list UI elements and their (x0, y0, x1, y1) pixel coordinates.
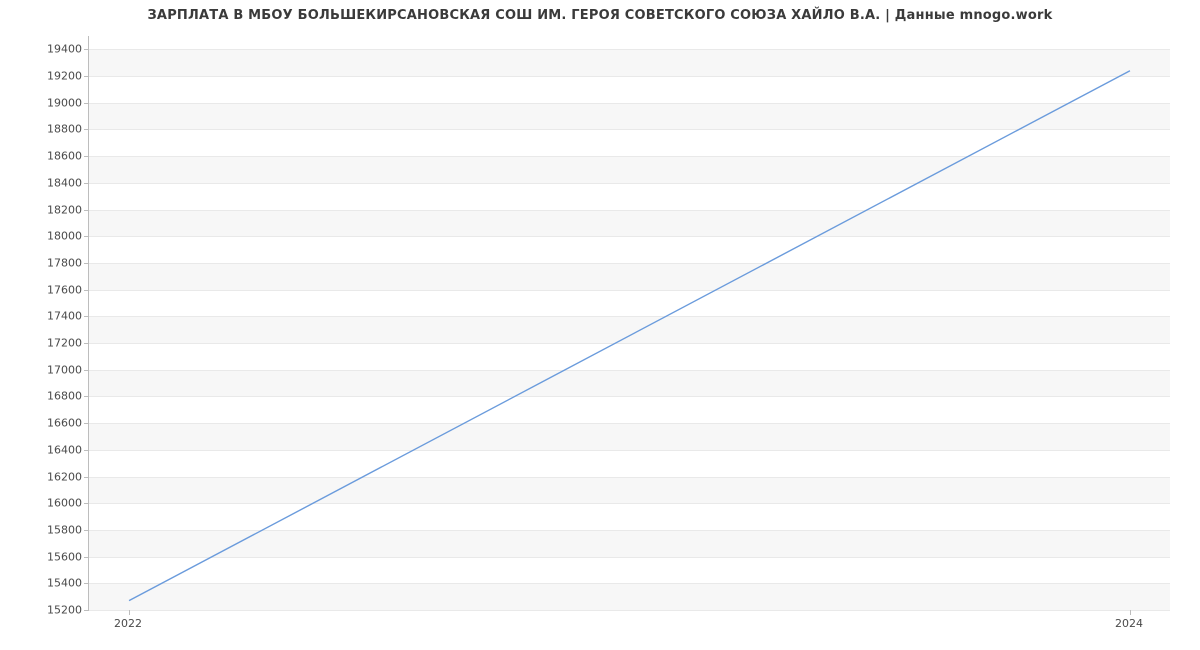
y-tick-label: 19000 (12, 96, 82, 109)
y-tick-label: 18400 (12, 176, 82, 189)
y-tick-mark (84, 610, 89, 611)
plot-area (88, 36, 1170, 611)
y-tick-label: 15200 (12, 604, 82, 617)
y-tick-label: 16800 (12, 390, 82, 403)
y-tick-label: 17600 (12, 283, 82, 296)
y-tick-label: 15400 (12, 577, 82, 590)
x-tick-label: 2024 (1115, 617, 1143, 630)
y-tick-label: 16000 (12, 497, 82, 510)
y-tick-label: 17800 (12, 256, 82, 269)
y-tick-label: 18000 (12, 230, 82, 243)
y-tick-label: 17000 (12, 363, 82, 376)
x-tick-mark (129, 610, 130, 615)
y-tick-label: 19200 (12, 70, 82, 83)
y-tick-label: 19400 (12, 43, 82, 56)
y-tick-label: 16200 (12, 470, 82, 483)
y-tick-label: 16400 (12, 443, 82, 456)
data-line (129, 71, 1130, 601)
y-tick-label: 16600 (12, 417, 82, 430)
x-tick-label: 2022 (114, 617, 142, 630)
y-tick-label: 18800 (12, 123, 82, 136)
y-tick-label: 18200 (12, 203, 82, 216)
y-tick-label: 15600 (12, 550, 82, 563)
grid-line (89, 610, 1170, 611)
x-tick-mark (1130, 610, 1131, 615)
y-tick-label: 15800 (12, 523, 82, 536)
y-tick-label: 17400 (12, 310, 82, 323)
chart-title: ЗАРПЛАТА В МБОУ БОЛЬШЕКИРСАНОВСКАЯ СОШ И… (0, 8, 1200, 23)
y-tick-label: 18600 (12, 150, 82, 163)
line-chart: ЗАРПЛАТА В МБОУ БОЛЬШЕКИРСАНОВСКАЯ СОШ И… (0, 0, 1200, 650)
line-layer (89, 36, 1170, 610)
y-tick-label: 17200 (12, 337, 82, 350)
